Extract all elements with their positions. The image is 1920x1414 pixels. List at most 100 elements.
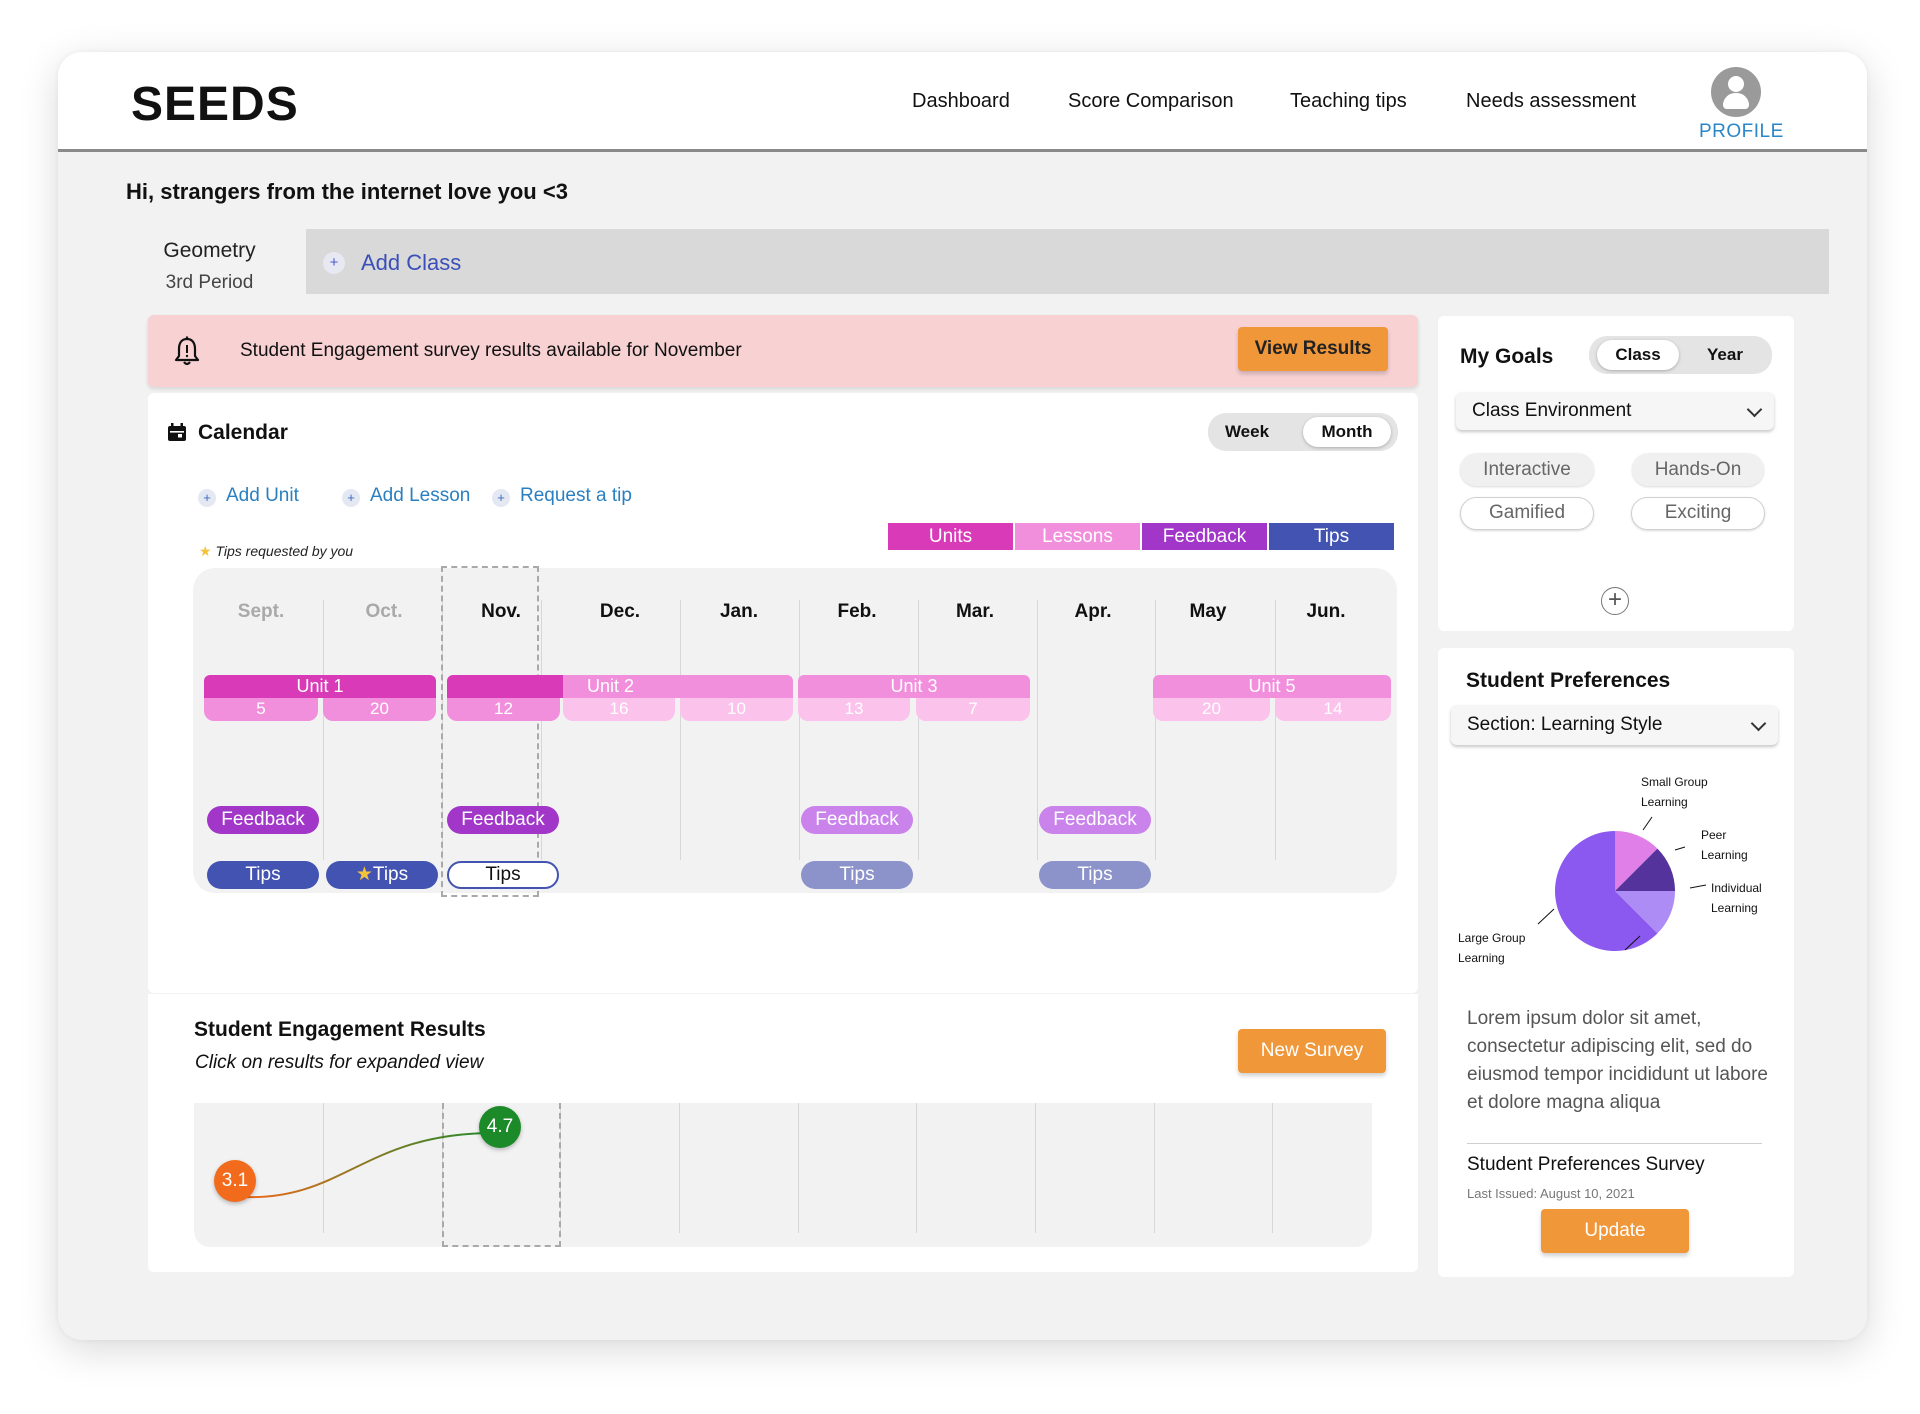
survey-notification-banner: Student Engagement survey results availa… — [148, 315, 1418, 387]
engagement-chart: 3.1 4.7 — [194, 1103, 1372, 1247]
my-goals-panel: My Goals Class Year Class Environment In… — [1438, 316, 1794, 631]
unit-2-bar[interactable]: Unit 2 — [563, 675, 793, 698]
profile-link[interactable]: PROFILE — [1699, 121, 1784, 143]
bell-icon — [174, 336, 200, 366]
month-may[interactable]: May — [1158, 601, 1258, 623]
tips-oct-requested[interactable]: ★Tips — [326, 861, 438, 889]
goals-class-button[interactable]: Class — [1597, 340, 1679, 370]
month-jan[interactable]: Jan. — [689, 601, 789, 623]
unit-2-bar-current[interactable] — [447, 675, 563, 698]
month-feb[interactable]: Feb. — [807, 601, 907, 623]
chevron-down-icon — [1746, 401, 1763, 418]
request-tip-icon[interactable]: + — [492, 489, 510, 507]
greeting-text: Hi, strangers from the internet love you… — [126, 179, 568, 204]
add-unit-button[interactable]: Add Unit — [226, 485, 299, 507]
tab-geometry[interactable]: Geometry 3rd Period — [113, 229, 306, 301]
feedback-feb[interactable]: Feedback — [801, 806, 913, 834]
pie-label-peer-line1: Peer — [1701, 828, 1727, 842]
add-lesson-button[interactable]: Add Lesson — [370, 485, 470, 507]
tips-nov[interactable]: Tips — [447, 861, 559, 889]
goals-year-button[interactable]: Year — [1685, 340, 1765, 370]
nav-needs-assessment[interactable]: Needs assessment — [1466, 90, 1636, 113]
feedback-apr[interactable]: Feedback — [1039, 806, 1151, 834]
lesson-may-20[interactable]: 20 — [1153, 698, 1270, 721]
new-survey-button[interactable]: New Survey — [1238, 1029, 1386, 1073]
add-lesson-icon[interactable]: + — [342, 489, 360, 507]
month-apr[interactable]: Apr. — [1043, 601, 1143, 623]
goal-chip-hands-on[interactable]: Hands-On — [1632, 453, 1764, 486]
pie-label-large-group: Large Group Learning — [1458, 928, 1525, 968]
app-logo[interactable]: SEEDS — [131, 77, 299, 132]
profile-avatar-icon[interactable] — [1711, 67, 1761, 117]
month-sept[interactable]: Sept. — [211, 601, 311, 623]
engagement-results-panel: Student Engagement Results Click on resu… — [148, 994, 1418, 1272]
tips-label: Tips — [372, 864, 409, 885]
top-header: SEEDS Dashboard Score Comparison Teachin… — [58, 52, 1867, 152]
week-view-button[interactable]: Week — [1214, 417, 1280, 447]
legend-tips: Tips — [1269, 523, 1394, 550]
add-unit-icon[interactable]: + — [198, 489, 216, 507]
goals-title: My Goals — [1460, 345, 1554, 368]
survey-name: Student Preferences Survey — [1467, 1154, 1705, 1175]
calendar-view-toggle: Week Month — [1208, 413, 1398, 451]
lesson-dec-16[interactable]: 16 — [563, 698, 675, 721]
feedback-sept[interactable]: Feedback — [207, 806, 319, 834]
add-class-button[interactable]: Add Class — [361, 250, 461, 276]
class-tab-strip: Geometry 3rd Period + Add Class — [113, 229, 1829, 301]
request-tip-button[interactable]: Request a tip — [520, 485, 632, 507]
tips-feb[interactable]: Tips — [801, 861, 913, 889]
nav-dashboard[interactable]: Dashboard — [912, 90, 1010, 113]
goal-chip-interactive[interactable]: Interactive — [1460, 453, 1594, 486]
goals-category-dropdown[interactable]: Class Environment — [1456, 392, 1774, 430]
calendar-icon — [168, 423, 186, 441]
goal-chip-gamified[interactable]: Gamified — [1460, 497, 1594, 530]
lesson-nov-12[interactable]: 12 — [447, 698, 560, 721]
goal-chip-exciting[interactable]: Exciting — [1631, 497, 1765, 530]
goals-category-value: Class Environment — [1472, 400, 1632, 421]
feedback-nov[interactable]: Feedback — [447, 806, 559, 834]
engagement-title: Student Engagement Results — [194, 1018, 486, 1041]
preferences-section-dropdown[interactable]: Section: Learning Style — [1451, 705, 1778, 745]
star-icon: ★ — [199, 543, 212, 559]
goals-toggle: Class Year — [1589, 336, 1772, 374]
month-view-button[interactable]: Month — [1303, 417, 1391, 447]
survey-last-issued: Last Issued: August 10, 2021 — [1467, 1186, 1635, 1201]
month-nov[interactable]: Nov. — [451, 601, 551, 623]
nav-score-comparison[interactable]: Score Comparison — [1068, 90, 1234, 113]
score-nov[interactable]: 4.7 — [479, 1106, 521, 1148]
unit-3-bar[interactable]: Unit 3 — [798, 675, 1030, 698]
preferences-description: Lorem ipsum dolor sit amet, consectetur … — [1467, 1008, 1769, 1113]
pie-label-individual-line2: Learning — [1711, 901, 1758, 915]
add-goal-icon[interactable]: + — [1601, 587, 1629, 615]
score-sept[interactable]: 3.1 — [214, 1160, 256, 1202]
pie-label-large-group-line2: Learning — [1458, 951, 1505, 965]
lesson-sept-5[interactable]: 5 — [204, 698, 318, 721]
update-survey-button[interactable]: Update — [1541, 1209, 1689, 1253]
tab-class-name: Geometry — [163, 239, 256, 262]
lesson-mar-7[interactable]: 7 — [916, 698, 1030, 721]
unit-1-bar[interactable]: Unit 1 — [204, 675, 436, 698]
legend-feedback: Feedback — [1142, 523, 1267, 550]
view-results-button[interactable]: View Results — [1238, 327, 1388, 371]
lesson-oct-20[interactable]: 20 — [323, 698, 436, 721]
unit-5-bar[interactable]: Unit 5 — [1153, 675, 1391, 698]
nav-teaching-tips[interactable]: Teaching tips — [1290, 90, 1407, 113]
calendar-panel: Calendar Week Month + Add Unit + + Add L… — [148, 393, 1418, 993]
add-class-icon[interactable]: + — [323, 252, 345, 274]
engagement-trend-line — [241, 1132, 495, 1199]
month-dec[interactable]: Dec. — [570, 601, 670, 623]
legend-lessons: Lessons — [1015, 523, 1140, 550]
lesson-jun-14[interactable]: 14 — [1275, 698, 1391, 721]
tips-sept[interactable]: Tips — [207, 861, 319, 889]
preferences-title: Student Preferences — [1466, 669, 1671, 692]
pie-label-small-group-line2: Learning — [1641, 795, 1688, 809]
class-panel: Geometry 3rd Period + Add Class Student … — [113, 229, 1829, 1287]
calendar-title: Calendar — [198, 421, 288, 444]
tips-apr[interactable]: Tips — [1039, 861, 1151, 889]
month-jun[interactable]: Jun. — [1276, 601, 1376, 623]
lesson-feb-13[interactable]: 13 — [798, 698, 910, 721]
month-oct[interactable]: Oct. — [334, 601, 434, 623]
lesson-jan-10[interactable]: 10 — [680, 698, 793, 721]
month-mar[interactable]: Mar. — [925, 601, 1025, 623]
app-window: SEEDS Dashboard Score Comparison Teachin… — [58, 52, 1867, 1340]
